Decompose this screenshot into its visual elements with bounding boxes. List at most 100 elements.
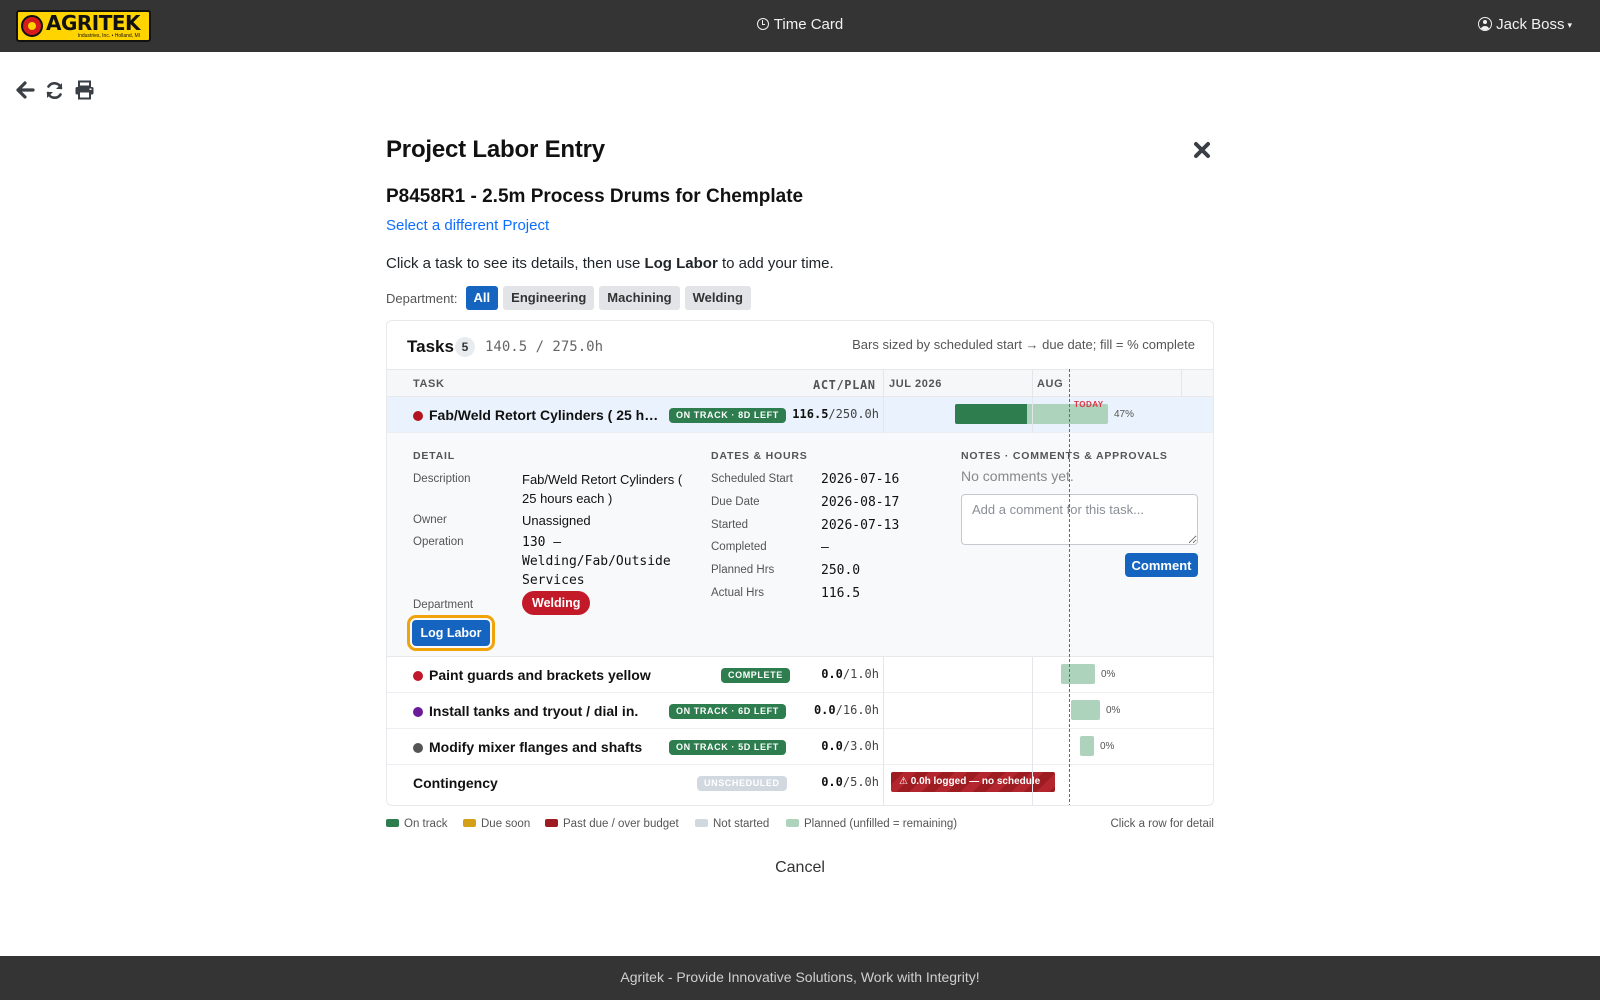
dates-section-heading: DATES & HOURS — [711, 450, 808, 462]
task-hours: 0.0/3.0h — [821, 739, 879, 753]
instructions-post: to add your time. — [717, 255, 834, 272]
col-month-aug: AUG — [1037, 378, 1064, 390]
owner-label: Owner — [413, 514, 447, 526]
today-marker-line — [1069, 369, 1070, 805]
page-toolbar — [14, 78, 95, 102]
footer-tagline: Agritek - Provide Innovative Solutions, … — [620, 969, 980, 985]
legend-item: Planned (unfilled = remaining) — [786, 818, 957, 830]
instructions-pre: Click a task to see its details, then us… — [386, 255, 645, 272]
task-status-dot — [413, 743, 423, 753]
operation-label: Operation — [413, 536, 464, 548]
task-row[interactable]: Paint guards and brackets yellow COMPLET… — [387, 657, 1213, 693]
tasks-card-header: Tasks 5 140.5 / 275.0h Bars sized by sch… — [387, 321, 1213, 369]
back-button[interactable] — [14, 78, 35, 102]
printer-icon — [75, 80, 94, 100]
task-detail-panel: DETAIL Description Fab/Weld Retort Cylin… — [387, 433, 1213, 657]
instructions-text: Click a task to see its details, then us… — [386, 255, 1214, 272]
task-status-pill: ON TRACK · 6D LEFT — [669, 704, 786, 719]
task-actual-hours: 116.5 — [792, 407, 829, 421]
print-button[interactable] — [74, 78, 95, 102]
dept-chip-all[interactable]: All — [465, 286, 499, 310]
legend-label: Due soon — [481, 818, 531, 830]
dept-chip-machining[interactable]: Machining — [599, 286, 680, 310]
close-button[interactable] — [1192, 140, 1214, 162]
legend-item: On track — [386, 818, 447, 830]
department-label: Department — [413, 599, 474, 611]
legend-swatch-past-due — [545, 819, 558, 827]
legend-swatch-due-soon — [463, 819, 476, 827]
gantt-bar[interactable] — [1061, 664, 1095, 684]
legend-item: Past due / over budget — [545, 818, 679, 830]
legend-label: On track — [404, 818, 448, 830]
task-hours: 0.0/16.0h — [814, 703, 879, 717]
gantt-divider — [883, 657, 884, 805]
legend-item: Not started — [695, 818, 769, 830]
owner-value: Unassigned — [522, 513, 591, 528]
due-date-label: Due Date — [711, 496, 760, 508]
arrow-left-icon — [15, 81, 35, 99]
log-labor-button[interactable]: Log Labor — [412, 620, 490, 646]
legend-label: Planned (unfilled = remaining) — [804, 818, 958, 830]
legend-label: Not started — [713, 818, 770, 830]
task-hours: 116.5/250.0h — [792, 407, 879, 421]
gantt-legend: On track Due soon Past due / over budget… — [386, 818, 1214, 834]
top-navbar: AGRITEK Industries, Inc. • Holland, MI T… — [0, 0, 1600, 52]
logo-subtext: Industries, Inc. • Holland, MI — [77, 33, 141, 39]
task-row[interactable]: Modify mixer flanges and shafts ON TRACK… — [387, 729, 1213, 765]
legend-swatch-planned — [786, 819, 799, 827]
task-planned-hours: /5.0h — [842, 775, 879, 789]
gantt-month-line — [1032, 369, 1033, 433]
refresh-button[interactable] — [44, 78, 65, 102]
actual-hrs-value: 116.5 — [821, 586, 861, 601]
user-menu[interactable]: Jack Boss ▾ — [1478, 16, 1572, 33]
bars-sizing-note: Bars sized by scheduled start → due date… — [852, 337, 1195, 352]
refresh-icon — [46, 81, 63, 99]
legend-label: Past due / over budget — [563, 818, 679, 830]
col-act-plan: ACT/PLAN — [813, 378, 876, 392]
department-filter-label: Department: — [386, 290, 458, 306]
notes-section-heading: NOTES · COMMENTS & APPROVALS — [961, 450, 1168, 462]
tasks-title: Tasks — [407, 337, 454, 356]
started-label: Started — [711, 519, 749, 531]
task-actual-hours: 0.0 — [821, 739, 843, 753]
project-title: P8458R1 - 2.5m Process Drums for Chempla… — [386, 186, 804, 207]
task-status-dot — [413, 411, 423, 421]
instructions-bold: Log Labor — [644, 255, 718, 272]
started-value: 2026-07-13 — [821, 518, 900, 533]
task-planned-hours: /1.0h — [842, 667, 879, 681]
dept-chip-engineering[interactable]: Engineering — [503, 286, 595, 310]
dept-chip-welding[interactable]: Welding — [684, 286, 751, 310]
caret-down-icon: ▾ — [1567, 20, 1572, 30]
app-title: Time Card — [0, 16, 1600, 33]
task-status-dot — [413, 671, 423, 681]
legend-swatch-on-track — [386, 819, 399, 827]
description-value: Fab/Weld Retort Cylinders ( 25 hours eac… — [522, 472, 683, 506]
labor-entry-form: Project Labor Entry P8458R1 - 2.5m Proce… — [386, 136, 1214, 310]
scheduled-start-label: Scheduled Start — [711, 473, 793, 485]
description-label: Description — [413, 473, 471, 485]
footer: Agritek - Provide Innovative Solutions, … — [0, 956, 1600, 1000]
detail-section-heading: DETAIL — [413, 450, 455, 462]
task-name: Modify mixer flanges and shafts — [429, 739, 643, 755]
tasks-table-header: TASK ACT/PLAN JUL 2026 AUG — [387, 369, 1213, 397]
gantt-bar[interactable] — [1080, 736, 1094, 756]
task-row[interactable]: Install tanks and tryout / dial in. ON T… — [387, 693, 1213, 729]
task-row[interactable]: Contingency UNSCHEDULED 0.0/5.0h ⚠ 0.0h … — [387, 765, 1213, 801]
task-name: Install tanks and tryout / dial in. — [429, 703, 639, 719]
select-different-project-link[interactable]: Select a different Project — [386, 217, 549, 234]
tasks-count-badge: 5 — [455, 337, 475, 357]
app-title-label: Time Card — [773, 16, 844, 33]
gantt-bar[interactable] — [1071, 700, 1100, 720]
task-actual-hours: 0.0 — [821, 775, 843, 789]
page-title: Project Labor Entry — [386, 136, 605, 163]
task-status-pill: ON TRACK · 5D LEFT — [669, 740, 786, 755]
task-name: Contingency — [413, 775, 498, 791]
legend-hint: Click a row for detail — [1110, 818, 1214, 830]
task-planned-hours: /3.0h — [842, 739, 879, 753]
comment-input[interactable] — [961, 494, 1198, 545]
task-status-dot — [413, 707, 423, 717]
comment-button[interactable]: Comment — [1125, 553, 1198, 577]
cancel-button[interactable]: Cancel — [0, 859, 1600, 877]
task-status-pill: UNSCHEDULED — [697, 776, 787, 791]
tasks-hours-summary: 140.5 / 275.0h — [485, 339, 604, 355]
